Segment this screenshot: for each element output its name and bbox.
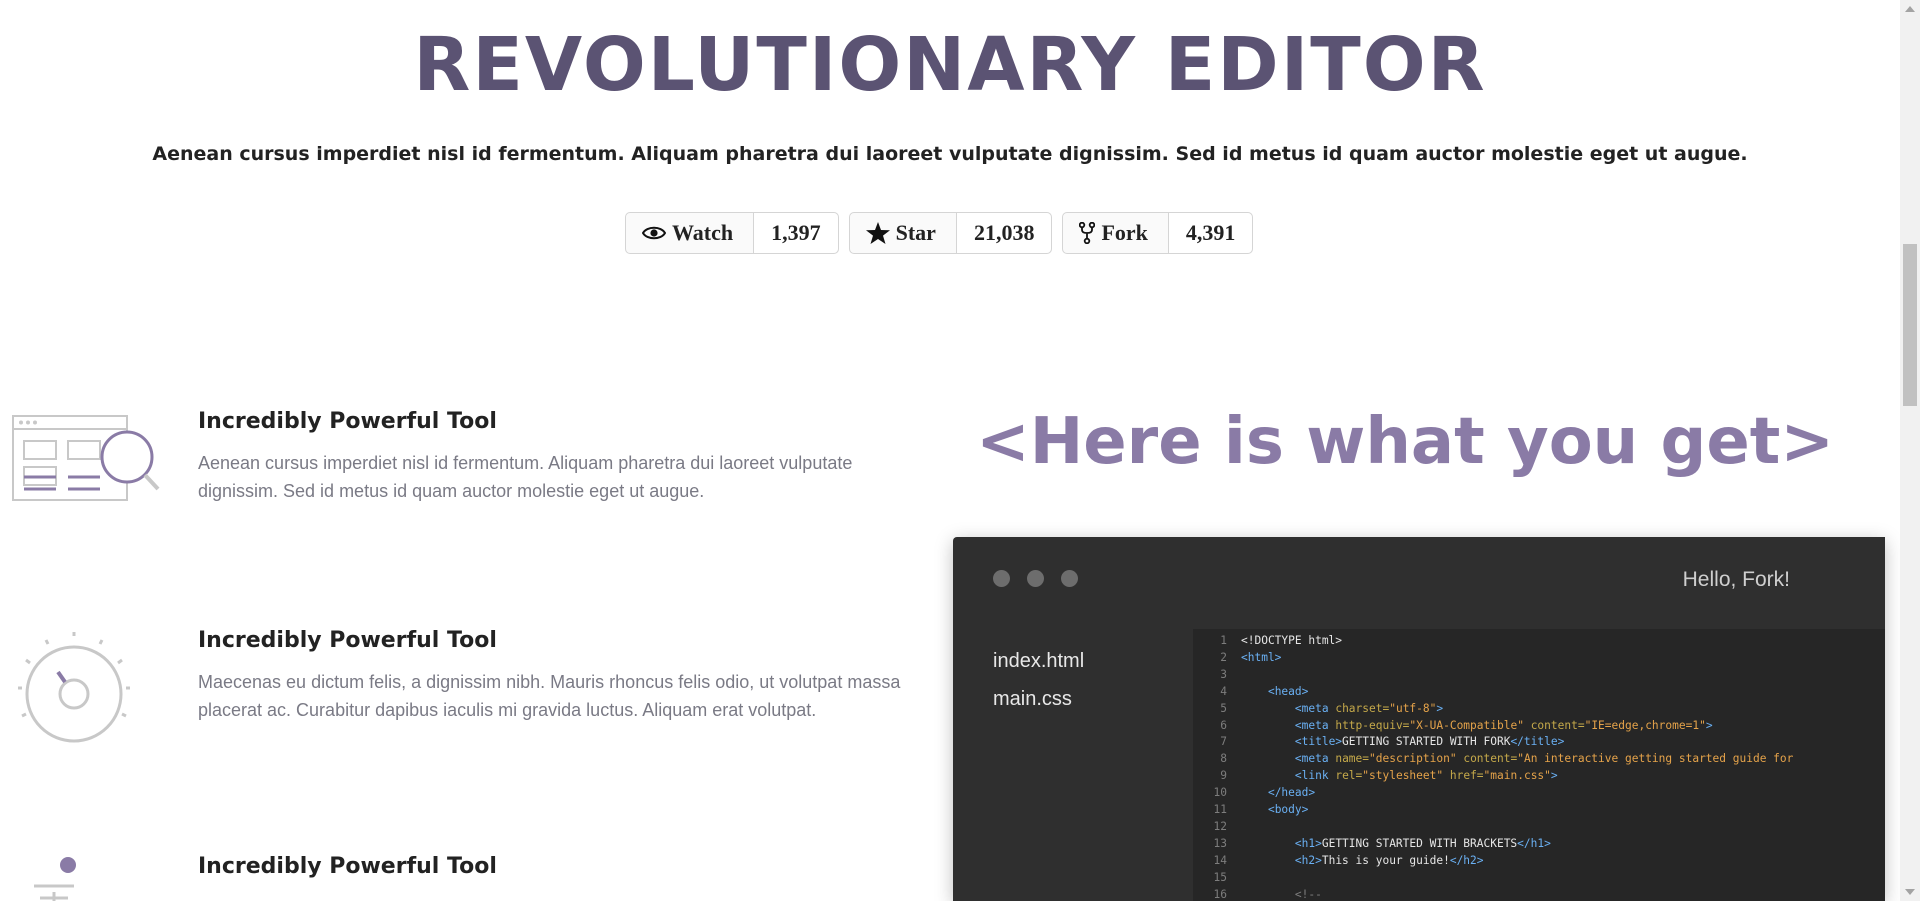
line-number: 7 [1220, 735, 1227, 749]
watch-label: Watch [672, 220, 734, 245]
star-count[interactable]: 21,038 [956, 213, 1052, 253]
line-number: 4 [1220, 684, 1227, 698]
feature-item: Incredibly Powerful Tool Maecenas eu dic… [0, 622, 920, 752]
code-panel[interactable]: 1 <!DOCTYPE html> 2 <html> 3 4 <head> 5 <m… [1193, 629, 1885, 901]
browser-search-icon [12, 411, 162, 508]
dial-icon [12, 630, 136, 753]
code-text: <!DOCTYPE html> [1241, 634, 1343, 647]
line-number: 12 [1213, 819, 1227, 833]
github-buttons: Watch 1,397 Star 21,038 Fork 4,391 [625, 212, 1254, 254]
line-number: 11 [1213, 803, 1227, 817]
line-number: 14 [1213, 853, 1227, 867]
line-number: 13 [1213, 836, 1227, 850]
line-number: 8 [1220, 752, 1227, 766]
eye-icon [642, 225, 666, 241]
feature-text: Aenean cursus imperdiet nisl id fermentu… [198, 453, 853, 501]
star-button[interactable]: Star 21,038 [848, 212, 1053, 254]
code-text: <h2> [1294, 853, 1322, 867]
fork-button[interactable]: Fork 4,391 [1062, 212, 1254, 254]
line-number: 5 [1220, 701, 1227, 715]
star-label-area[interactable]: Star [850, 213, 957, 253]
code-text: <!-- [1294, 887, 1322, 901]
code-text: <meta [1294, 701, 1329, 715]
file-list: index.html main.css [993, 650, 1084, 726]
editor-greeting: Hello, Fork! [1682, 568, 1790, 591]
code-text: <link [1294, 769, 1329, 783]
stack-icon [12, 856, 92, 901]
code-text: <head> [1267, 684, 1309, 698]
scroll-up-arrow-icon[interactable] [1905, 6, 1915, 12]
line-number: 1 [1220, 634, 1227, 647]
fork-label: Fork [1101, 220, 1148, 245]
code-text: <html> [1241, 650, 1282, 664]
page-scrollbar[interactable] [1900, 0, 1920, 901]
code-editor-window: Hello, Fork! index.html main.css 1 <!DOCT… [953, 537, 1885, 901]
scroll-down-arrow-icon[interactable] [1905, 889, 1915, 895]
feature-title: Incredibly Powerful Tool [198, 409, 497, 434]
line-number: 16 [1213, 887, 1227, 901]
maximize-dot-icon[interactable] [1061, 570, 1078, 587]
page-subtitle: Aenean cursus imperdiet nisl id fermentu… [152, 143, 1748, 165]
code-text: <title> [1294, 735, 1343, 749]
star-icon [865, 222, 890, 244]
window-controls [993, 570, 1078, 587]
line-number: 15 [1213, 870, 1227, 884]
file-item-main-css[interactable]: main.css [993, 688, 1084, 711]
line-number: 9 [1220, 769, 1227, 783]
code-text: <h1> [1294, 836, 1322, 850]
code-text: <meta [1294, 718, 1329, 732]
line-number: 2 [1220, 650, 1227, 664]
feature-title: Incredibly Powerful Tool [198, 854, 497, 879]
page-title: REVOLUTIONARY EDITOR [413, 22, 1487, 108]
code-text: <body> [1267, 803, 1309, 817]
feature-text: Maecenas eu dictum felis, a dignissim ni… [198, 672, 901, 720]
minimize-dot-icon[interactable] [1027, 570, 1044, 587]
watch-count[interactable]: 1,397 [754, 213, 838, 253]
line-number: 6 [1220, 718, 1227, 732]
showcase-title: <Here is what you get> [976, 405, 1834, 479]
line-number: 3 [1220, 667, 1227, 681]
fork-icon [1079, 222, 1096, 244]
fork-label-area[interactable]: Fork [1063, 213, 1169, 253]
feature-item: Incredibly Powerful Tool [0, 850, 920, 901]
code-text: </head> [1267, 786, 1316, 800]
line-number: 10 [1213, 786, 1227, 800]
watch-label-area[interactable]: Watch [626, 213, 755, 253]
watch-button[interactable]: Watch 1,397 [625, 212, 839, 254]
star-label: Star [895, 220, 936, 245]
feature-item: Incredibly Powerful Tool Aenean cursus i… [0, 405, 920, 525]
fork-count[interactable]: 4,391 [1168, 213, 1253, 253]
feature-title: Incredibly Powerful Tool [198, 628, 497, 653]
scroll-thumb[interactable] [1903, 244, 1917, 406]
code-text: <meta [1294, 752, 1329, 766]
file-item-index-html[interactable]: index.html [993, 650, 1084, 673]
close-dot-icon[interactable] [993, 570, 1010, 587]
